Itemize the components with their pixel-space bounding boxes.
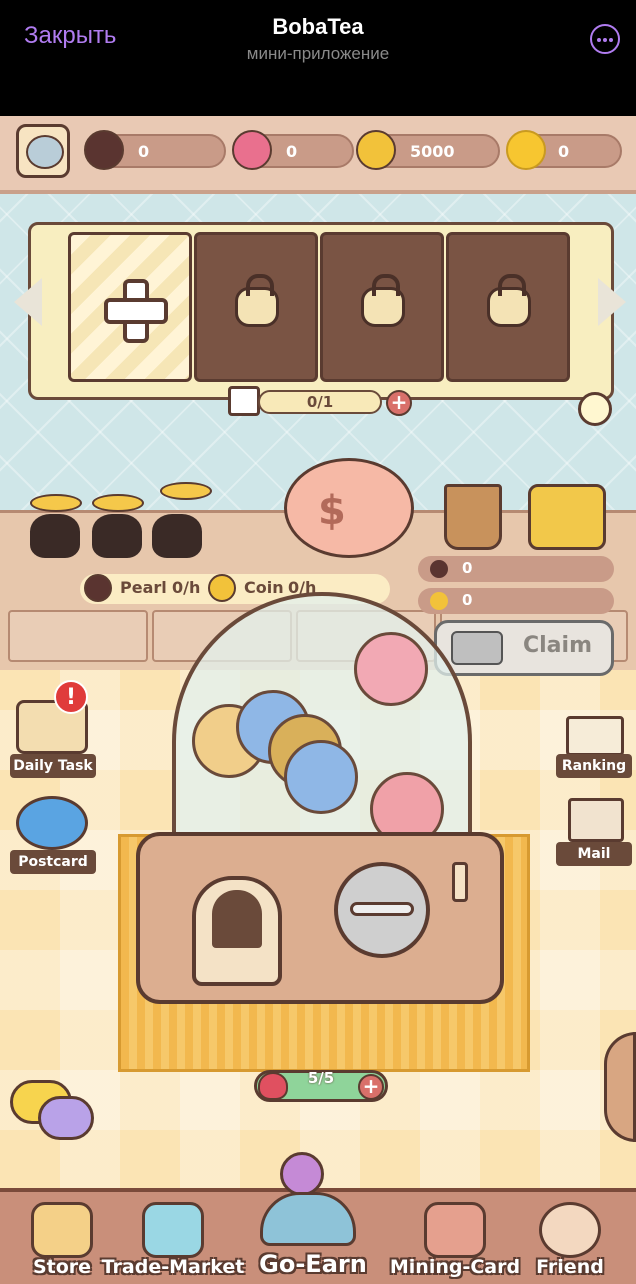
card-slot-locked[interactable] bbox=[446, 232, 570, 382]
ranking-button[interactable]: Ranking bbox=[556, 754, 632, 778]
coin-stock: 0 bbox=[418, 588, 614, 614]
mail-button[interactable]: Mail bbox=[556, 842, 632, 866]
alert-badge-icon: ! bbox=[54, 680, 88, 714]
postcard-icon[interactable] bbox=[16, 796, 88, 850]
coin-balance-value: 5000 bbox=[410, 142, 455, 161]
coin-stack-icon bbox=[30, 494, 82, 512]
card-icon bbox=[228, 386, 260, 416]
coin-stock-value: 0 bbox=[462, 591, 473, 609]
heart-icon bbox=[258, 1072, 288, 1100]
prev-arrow-icon[interactable] bbox=[14, 278, 42, 326]
coin-stack-icon bbox=[160, 482, 212, 500]
coin-slot-icon bbox=[350, 902, 414, 916]
store-icon bbox=[31, 1202, 93, 1258]
card-slot-locked[interactable] bbox=[194, 232, 318, 382]
dollar-sign-icon: $ bbox=[318, 488, 346, 534]
miner-character[interactable] bbox=[30, 514, 80, 558]
coin-rate-label: Coin bbox=[244, 578, 284, 597]
coin-stack-icon bbox=[92, 494, 144, 512]
pearl-stock: 0 bbox=[418, 556, 614, 582]
app-subtitle: мини-приложение bbox=[246, 44, 390, 63]
nav-friend-label: Friend bbox=[536, 1256, 604, 1278]
coin-icon bbox=[356, 130, 396, 170]
truck-icon bbox=[451, 631, 503, 665]
app-title: BobaTea bbox=[272, 14, 364, 39]
card-slot-add[interactable] bbox=[68, 232, 192, 382]
indicator-light bbox=[452, 862, 468, 902]
capsule-ball bbox=[354, 632, 428, 706]
mail-icon[interactable] bbox=[568, 798, 624, 842]
nav-go-earn-label: Go-Earn bbox=[259, 1250, 367, 1278]
coin-icon bbox=[208, 574, 236, 602]
pearl-rate-label: Pearl bbox=[120, 578, 167, 597]
miner-character[interactable] bbox=[92, 514, 142, 558]
trade-market-icon bbox=[142, 1202, 204, 1258]
lollipop-balance-value: 0 bbox=[286, 142, 298, 161]
pearl-icon bbox=[84, 130, 124, 170]
nav-mining-card-label: Mining-Card bbox=[389, 1256, 521, 1278]
add-slot-button[interactable]: + bbox=[386, 390, 412, 416]
piggy-bank-icon[interactable] bbox=[284, 458, 414, 558]
postcard-button[interactable]: Postcard bbox=[10, 850, 96, 874]
podium-icon[interactable] bbox=[566, 716, 624, 756]
pearl-balance-value: 0 bbox=[138, 142, 150, 161]
claim-label: Claim bbox=[523, 633, 592, 658]
go-earn-joystick-icon bbox=[280, 1152, 324, 1196]
lock-icon bbox=[235, 274, 279, 327]
gold-pile-icon bbox=[528, 484, 606, 550]
lock-icon bbox=[487, 274, 531, 327]
lock-icon bbox=[361, 274, 405, 327]
pearl-rate-value: 0/h bbox=[172, 578, 201, 597]
nav-friend[interactable]: Friend bbox=[528, 1196, 612, 1280]
friend-icon bbox=[539, 1202, 601, 1258]
card-slot-locked[interactable] bbox=[320, 232, 444, 382]
slot-progress: 0/1 bbox=[258, 390, 382, 414]
nav-go-earn[interactable]: Go-Earn bbox=[240, 1152, 386, 1280]
lollipop-icon bbox=[232, 130, 272, 170]
pearl-stock-value: 0 bbox=[462, 559, 473, 577]
add-energy-button[interactable]: + bbox=[358, 1074, 384, 1100]
pearl-icon bbox=[84, 574, 112, 602]
sparkle-coin-icon bbox=[506, 130, 546, 170]
next-arrow-icon[interactable] bbox=[598, 278, 626, 326]
pearl-icon bbox=[430, 560, 448, 578]
coin-icon bbox=[430, 592, 448, 610]
capsule-ball bbox=[284, 740, 358, 814]
nav-store[interactable]: Store bbox=[20, 1196, 104, 1280]
miner-character[interactable] bbox=[152, 514, 202, 558]
claim-button[interactable]: Claim bbox=[434, 620, 614, 676]
avatar[interactable] bbox=[16, 124, 70, 178]
boba-cup-icon bbox=[444, 484, 502, 550]
drawer bbox=[8, 610, 148, 662]
side-drawer-tab[interactable] bbox=[604, 1032, 636, 1142]
nav-store-label: Store bbox=[32, 1256, 92, 1278]
more-options-button[interactable] bbox=[590, 24, 620, 54]
lightbulb-icon[interactable] bbox=[578, 392, 612, 426]
daily-task-button[interactable]: Daily Task bbox=[10, 754, 96, 778]
sparkle-coin-balance-value: 0 bbox=[558, 142, 570, 161]
nav-trade-market-label: Trade-Market bbox=[101, 1256, 245, 1278]
nav-trade-market[interactable]: Trade-Market bbox=[100, 1196, 246, 1280]
nav-mining-card[interactable]: Mining-Card bbox=[386, 1196, 524, 1280]
mining-card-icon bbox=[424, 1202, 486, 1258]
